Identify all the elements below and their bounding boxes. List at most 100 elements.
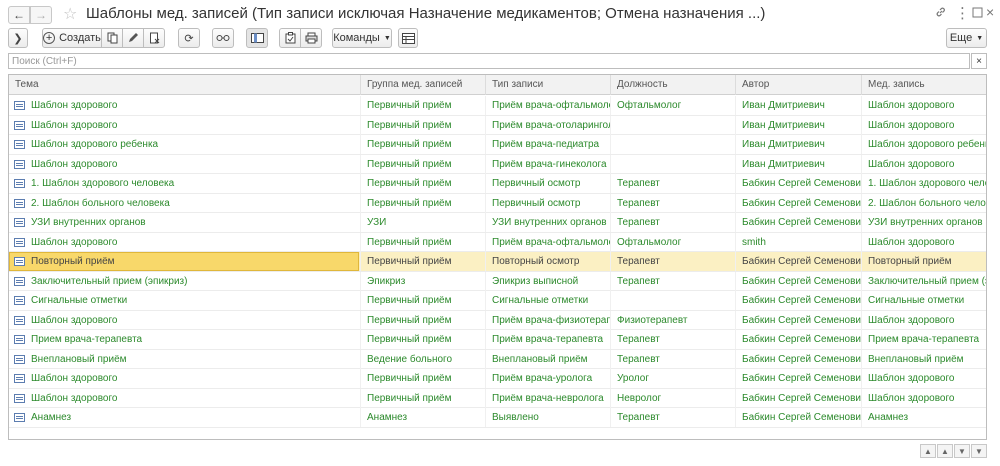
table-row[interactable]: 2. Шаблон больного человека Первичный при…	[9, 193, 986, 213]
document-icon	[14, 374, 25, 383]
report-button[interactable]	[279, 28, 301, 48]
scroll-down-button[interactable]: ▼	[954, 444, 970, 458]
document-icon	[14, 257, 25, 266]
cell-group: Первичный приём	[361, 193, 486, 213]
table-row[interactable]: УЗИ внутренних органов УЗИ УЗИ внутренних …	[9, 213, 986, 233]
document-icon	[14, 276, 25, 286]
cell-group: Ведение больного	[361, 349, 486, 369]
cell-position: Офтальмолог	[611, 232, 736, 252]
cell-topic: Шаблон здорового ребенка	[9, 135, 361, 154]
cell-author: Бабкин Сергей Семенович	[736, 271, 862, 291]
view-button[interactable]	[212, 28, 234, 48]
cell-group: Первичный приём	[361, 310, 486, 330]
forward-button[interactable]: →	[30, 6, 52, 24]
table-row[interactable]: Сигнальные отметки Первичный приём Сигналь…	[9, 291, 986, 311]
more-dropdown[interactable]: Еще ▼	[946, 28, 987, 48]
cell-topic: Шаблон здорового	[9, 96, 361, 115]
cell-record-type: Приём врача-невролога	[486, 388, 611, 408]
table-row[interactable]: Повторный приём Первичный приём Повторный …	[9, 252, 986, 272]
document-icon	[14, 140, 25, 149]
link-icon[interactable]	[935, 6, 947, 21]
cell-record-type: Приём врача-гинеколога	[486, 154, 611, 174]
cell-topic: Шаблон здорового	[9, 369, 361, 388]
document-icon	[14, 237, 25, 247]
mark-deletion-button[interactable]	[143, 28, 165, 48]
cell-record-type: Приём врача-терапевта	[486, 330, 611, 349]
cell-position: Терапевт	[611, 252, 736, 271]
cell-group: Первичный приём	[361, 115, 486, 135]
table-row[interactable]: Шаблон здорового Первичный приём Приём вра…	[9, 96, 986, 116]
chevron-up-icon: ▲	[941, 446, 949, 456]
favorite-star-icon[interactable]: ☆	[63, 4, 77, 24]
table-settings-icon	[401, 32, 415, 44]
search-box	[8, 53, 970, 69]
print-button[interactable]	[300, 28, 322, 48]
expand-panel-button[interactable]: ❯	[8, 28, 28, 48]
refresh-button[interactable]: ⟳	[178, 28, 200, 48]
table-row[interactable]: 1. Шаблон здорового человека Первичный пр…	[9, 174, 986, 194]
table-row[interactable]: Заключительный прием (эпикриз) Эпикриз Эпи…	[9, 271, 986, 291]
document-icon	[14, 218, 25, 227]
column-header-record-type[interactable]: Тип записи	[486, 75, 611, 95]
copy-button[interactable]	[101, 28, 123, 48]
table-row[interactable]: Шаблон здорового Первичный приём Приём вра…	[9, 115, 986, 135]
commands-dropdown[interactable]: Команды ▼	[332, 28, 392, 48]
printer-icon	[305, 32, 317, 44]
cell-record-type: Приём врача-уролога	[486, 369, 611, 388]
table-row[interactable]: Шаблон здорового Первичный приём Приём вра…	[9, 310, 986, 330]
cell-position: Терапевт	[611, 193, 736, 213]
cell-record-type: Первичный осмотр	[486, 193, 611, 213]
toggle-panel-button[interactable]	[246, 28, 268, 48]
table-row[interactable]: Внеплановый приём Ведение больного Внеплан…	[9, 349, 986, 369]
document-icon	[14, 393, 25, 403]
templates-table: Тема Группа мед. записей Тип записи Долж…	[8, 74, 987, 440]
glasses-icon	[216, 35, 230, 41]
table-row[interactable]: Шаблон здорового Первичный приём Приём вра…	[9, 232, 986, 252]
cell-med-record: Шаблон здорового	[862, 116, 986, 135]
scroll-to-bottom-button[interactable]: ▼	[971, 444, 987, 458]
cell-med-record: Анамнез	[862, 408, 986, 427]
document-icon	[14, 413, 25, 422]
create-button[interactable]: + Создать	[42, 28, 102, 48]
cell-topic: Шаблон здорового	[9, 388, 361, 408]
cell-position: Невролог	[611, 388, 736, 408]
cell-topic: Сигнальные отметки	[9, 291, 361, 310]
cell-position: Физиотерапевт	[611, 310, 736, 330]
cell-med-record: Шаблон здорового	[862, 311, 986, 330]
cell-record-type: Приём врача-отоларинголога	[486, 115, 611, 135]
scroll-to-top-button[interactable]: ▲	[920, 444, 936, 458]
cell-position: Терапевт	[611, 349, 736, 369]
column-header-position[interactable]: Должность	[611, 75, 736, 95]
cell-author: Бабкин Сергей Семенович	[736, 330, 862, 349]
table-row[interactable]: Анамнез Анамнез Выявлено Терапевт Бабкин Сер…	[9, 408, 986, 428]
table-row[interactable]: Шаблон здорового Первичный приём Приём вра…	[9, 388, 986, 408]
close-icon: ×	[976, 55, 982, 67]
table-header: Тема Группа мед. записей Тип записи Долж…	[9, 75, 986, 95]
cell-position: Терапевт	[611, 213, 736, 232]
cell-topic: УЗИ внутренних органов	[9, 213, 361, 232]
edit-button[interactable]	[122, 28, 144, 48]
column-header-group[interactable]: Группа мед. записей	[361, 75, 486, 95]
search-clear-button[interactable]: ×	[971, 53, 987, 69]
column-header-author[interactable]: Автор	[736, 75, 862, 95]
search-input[interactable]	[9, 54, 969, 68]
table-row[interactable]: Прием врача-терапевта Первичный приём Приё…	[9, 330, 986, 350]
table-row[interactable]: Шаблон здорового Первичный приём Приём вра…	[9, 154, 986, 174]
table-row[interactable]: Шаблон здорового ребенка Первичный приём П…	[9, 135, 986, 155]
document-icon	[14, 101, 25, 110]
table-row[interactable]: Шаблон здорового Первичный приём Приём вра…	[9, 369, 986, 389]
cell-position	[611, 154, 736, 174]
scroll-up-button[interactable]: ▲	[937, 444, 953, 458]
column-header-topic[interactable]: Тема	[9, 75, 361, 95]
cell-group: Первичный приём	[361, 174, 486, 193]
column-header-med-record[interactable]: Мед. запись	[862, 75, 986, 95]
cell-position	[611, 115, 736, 135]
close-icon[interactable]: ×	[986, 4, 994, 20]
maximize-icon[interactable]	[972, 6, 983, 21]
cell-record-type: Внеплановый приём	[486, 349, 611, 369]
more-menu-icon[interactable]: ⋮	[955, 4, 970, 22]
settings-list-button[interactable]	[398, 28, 418, 48]
cell-author: Иван Дмитриевич	[736, 154, 862, 174]
cell-record-type: Приём врача-офтальмолога	[486, 232, 611, 252]
back-button[interactable]: ←	[8, 6, 30, 24]
